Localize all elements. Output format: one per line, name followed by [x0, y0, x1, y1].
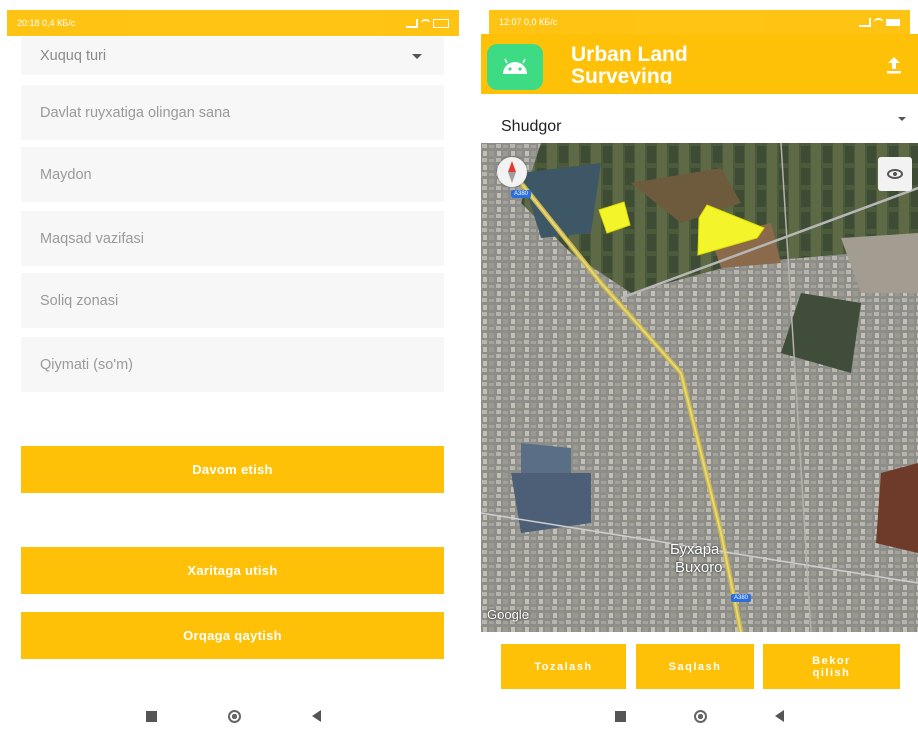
- registration-date-placeholder: Davlat ruyxatiga olingan sana: [40, 104, 231, 121]
- save-button[interactable]: Saqlash: [636, 644, 754, 689]
- battery-icon: [433, 18, 449, 28]
- left-phone-screen: 20:18 0,4 КБ/с Xuquq turi Davlat ruyxati…: [0, 0, 466, 726]
- go-to-map-button[interactable]: Xaritaga utish: [21, 547, 444, 594]
- land-type-dropdown[interactable]: Shudgor: [481, 104, 918, 140]
- home-icon[interactable]: [694, 709, 707, 723]
- recent-apps-icon[interactable]: [615, 710, 626, 722]
- go-back-button[interactable]: Orqaga qaytish: [21, 612, 444, 659]
- road-badge-top: A380: [511, 190, 532, 198]
- left-status-time: 20:18 0,4 КБ/с: [17, 18, 76, 28]
- back-icon[interactable]: [311, 710, 321, 722]
- dropdown-arrow-icon: [412, 53, 422, 59]
- cancel-label-line1: Bekor: [812, 654, 851, 667]
- left-navigation-bar: [0, 696, 466, 726]
- area-placeholder: Maydon: [40, 166, 92, 183]
- app-title: Urban Land Surveying: [571, 43, 688, 85]
- city-label-ru: Бухара: [670, 541, 720, 558]
- wifi-icon: [874, 18, 883, 26]
- city-label-uz: Buxoro: [675, 559, 723, 576]
- clear-button[interactable]: Tozalash: [501, 644, 626, 689]
- cancel-button[interactable]: Bekor qilish: [763, 644, 900, 689]
- rights-type-value: Xuquq turi: [40, 48, 107, 64]
- cancel-label-line2: qilish: [812, 666, 851, 679]
- recent-apps-icon[interactable]: [145, 710, 157, 722]
- back-icon[interactable]: [775, 710, 784, 722]
- tax-zone-field[interactable]: Soliq zonasi: [21, 273, 444, 328]
- right-navigation-bar: [481, 696, 918, 736]
- android-logo-icon: [487, 44, 543, 90]
- purpose-placeholder: Maqsad vazifasi: [40, 230, 144, 247]
- app-bar: Urban Land Surveying: [481, 34, 918, 94]
- signal-icon: [859, 17, 871, 27]
- land-type-value: Shudgor: [501, 118, 562, 135]
- home-icon[interactable]: [227, 709, 241, 723]
- right-status-bar: 12:07 0,0 КБ/с: [489, 10, 910, 34]
- road-badge-bottom: A380: [731, 594, 752, 602]
- google-attribution: Google: [487, 607, 529, 622]
- satellite-map[interactable]: A380 Бухара Buxoro A380 Google: [481, 143, 918, 632]
- signal-icon: [406, 18, 418, 28]
- layers-toggle-button[interactable]: [878, 157, 912, 191]
- left-status-bar: 20:18 0,4 КБ/с: [7, 10, 459, 36]
- registration-date-field[interactable]: Davlat ruyxatiga olingan sana: [21, 85, 444, 140]
- wifi-icon: [421, 19, 430, 27]
- battery-icon: [886, 18, 900, 26]
- dropdown-arrow-icon: [898, 117, 906, 121]
- tax-zone-placeholder: Soliq zonasi: [40, 292, 119, 309]
- app-title-line2: Surveying: [571, 66, 673, 84]
- upload-icon[interactable]: [884, 54, 904, 76]
- app-title-line1: Urban Land: [571, 43, 688, 66]
- continue-button[interactable]: Davom etish: [21, 446, 444, 493]
- value-field[interactable]: Qiymati (so'm): [21, 337, 444, 392]
- rights-type-dropdown[interactable]: Xuquq turi: [21, 37, 444, 75]
- eye-icon: [887, 169, 903, 179]
- purpose-field[interactable]: Maqsad vazifasi: [21, 211, 444, 266]
- value-placeholder: Qiymati (so'm): [40, 356, 133, 373]
- compass-icon[interactable]: [497, 157, 527, 187]
- status-icons: [406, 18, 449, 28]
- right-status-time: 12:07 0,0 КБ/с: [499, 17, 558, 27]
- right-status-icons: [859, 17, 900, 27]
- area-field[interactable]: Maydon: [21, 147, 444, 202]
